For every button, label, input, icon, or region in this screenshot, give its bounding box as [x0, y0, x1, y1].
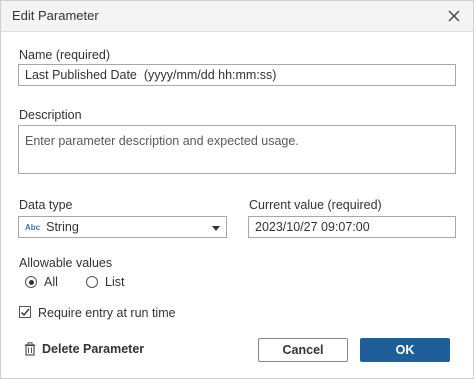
radio-list-label[interactable]: List — [105, 275, 124, 289]
require-entry-label[interactable]: Require entry at run time — [38, 306, 176, 320]
dialog-title: Edit Parameter — [12, 8, 99, 23]
current-value-text: 2023/10/27 09:07:00 — [255, 220, 370, 234]
current-value-label: Current value (required) — [249, 198, 382, 212]
current-value-input[interactable]: 2023/10/27 09:07:00 — [248, 216, 456, 238]
name-input-value: Last Published Date (yyyy/mm/dd hh:mm:ss… — [25, 68, 277, 82]
cancel-button[interactable]: Cancel — [258, 338, 348, 362]
radio-all[interactable] — [25, 276, 37, 288]
close-icon[interactable] — [445, 7, 463, 25]
data-type-selected: String — [46, 220, 79, 234]
require-entry-checkbox[interactable] — [19, 306, 31, 318]
ok-button[interactable]: OK — [360, 338, 450, 362]
delete-parameter-label: Delete Parameter — [42, 342, 145, 356]
description-label: Description — [19, 108, 82, 122]
trash-icon — [24, 342, 36, 356]
string-type-icon: Abc — [25, 222, 41, 232]
description-placeholder: Enter parameter description and expected… — [25, 134, 299, 148]
chevron-down-icon — [212, 226, 220, 231]
radio-list[interactable] — [86, 276, 98, 288]
delete-parameter-button[interactable]: Delete Parameter — [24, 342, 144, 356]
checkmark-icon — [21, 308, 30, 317]
cancel-button-label: Cancel — [282, 343, 324, 357]
ok-button-label: OK — [395, 343, 415, 357]
name-input[interactable]: Last Published Date (yyyy/mm/dd hh:mm:ss… — [18, 64, 456, 86]
data-type-label: Data type — [19, 198, 73, 212]
radio-all-label[interactable]: All — [44, 275, 58, 289]
dialog-titlebar: Edit Parameter — [1, 1, 473, 32]
description-textarea[interactable]: Enter parameter description and expected… — [18, 125, 456, 174]
allowable-values-label: Allowable values — [19, 256, 113, 270]
data-type-select[interactable]: Abc String — [18, 216, 227, 238]
name-label: Name (required) — [19, 48, 111, 62]
edit-parameter-dialog: Edit Parameter Name (required) Last Publ… — [0, 0, 474, 379]
